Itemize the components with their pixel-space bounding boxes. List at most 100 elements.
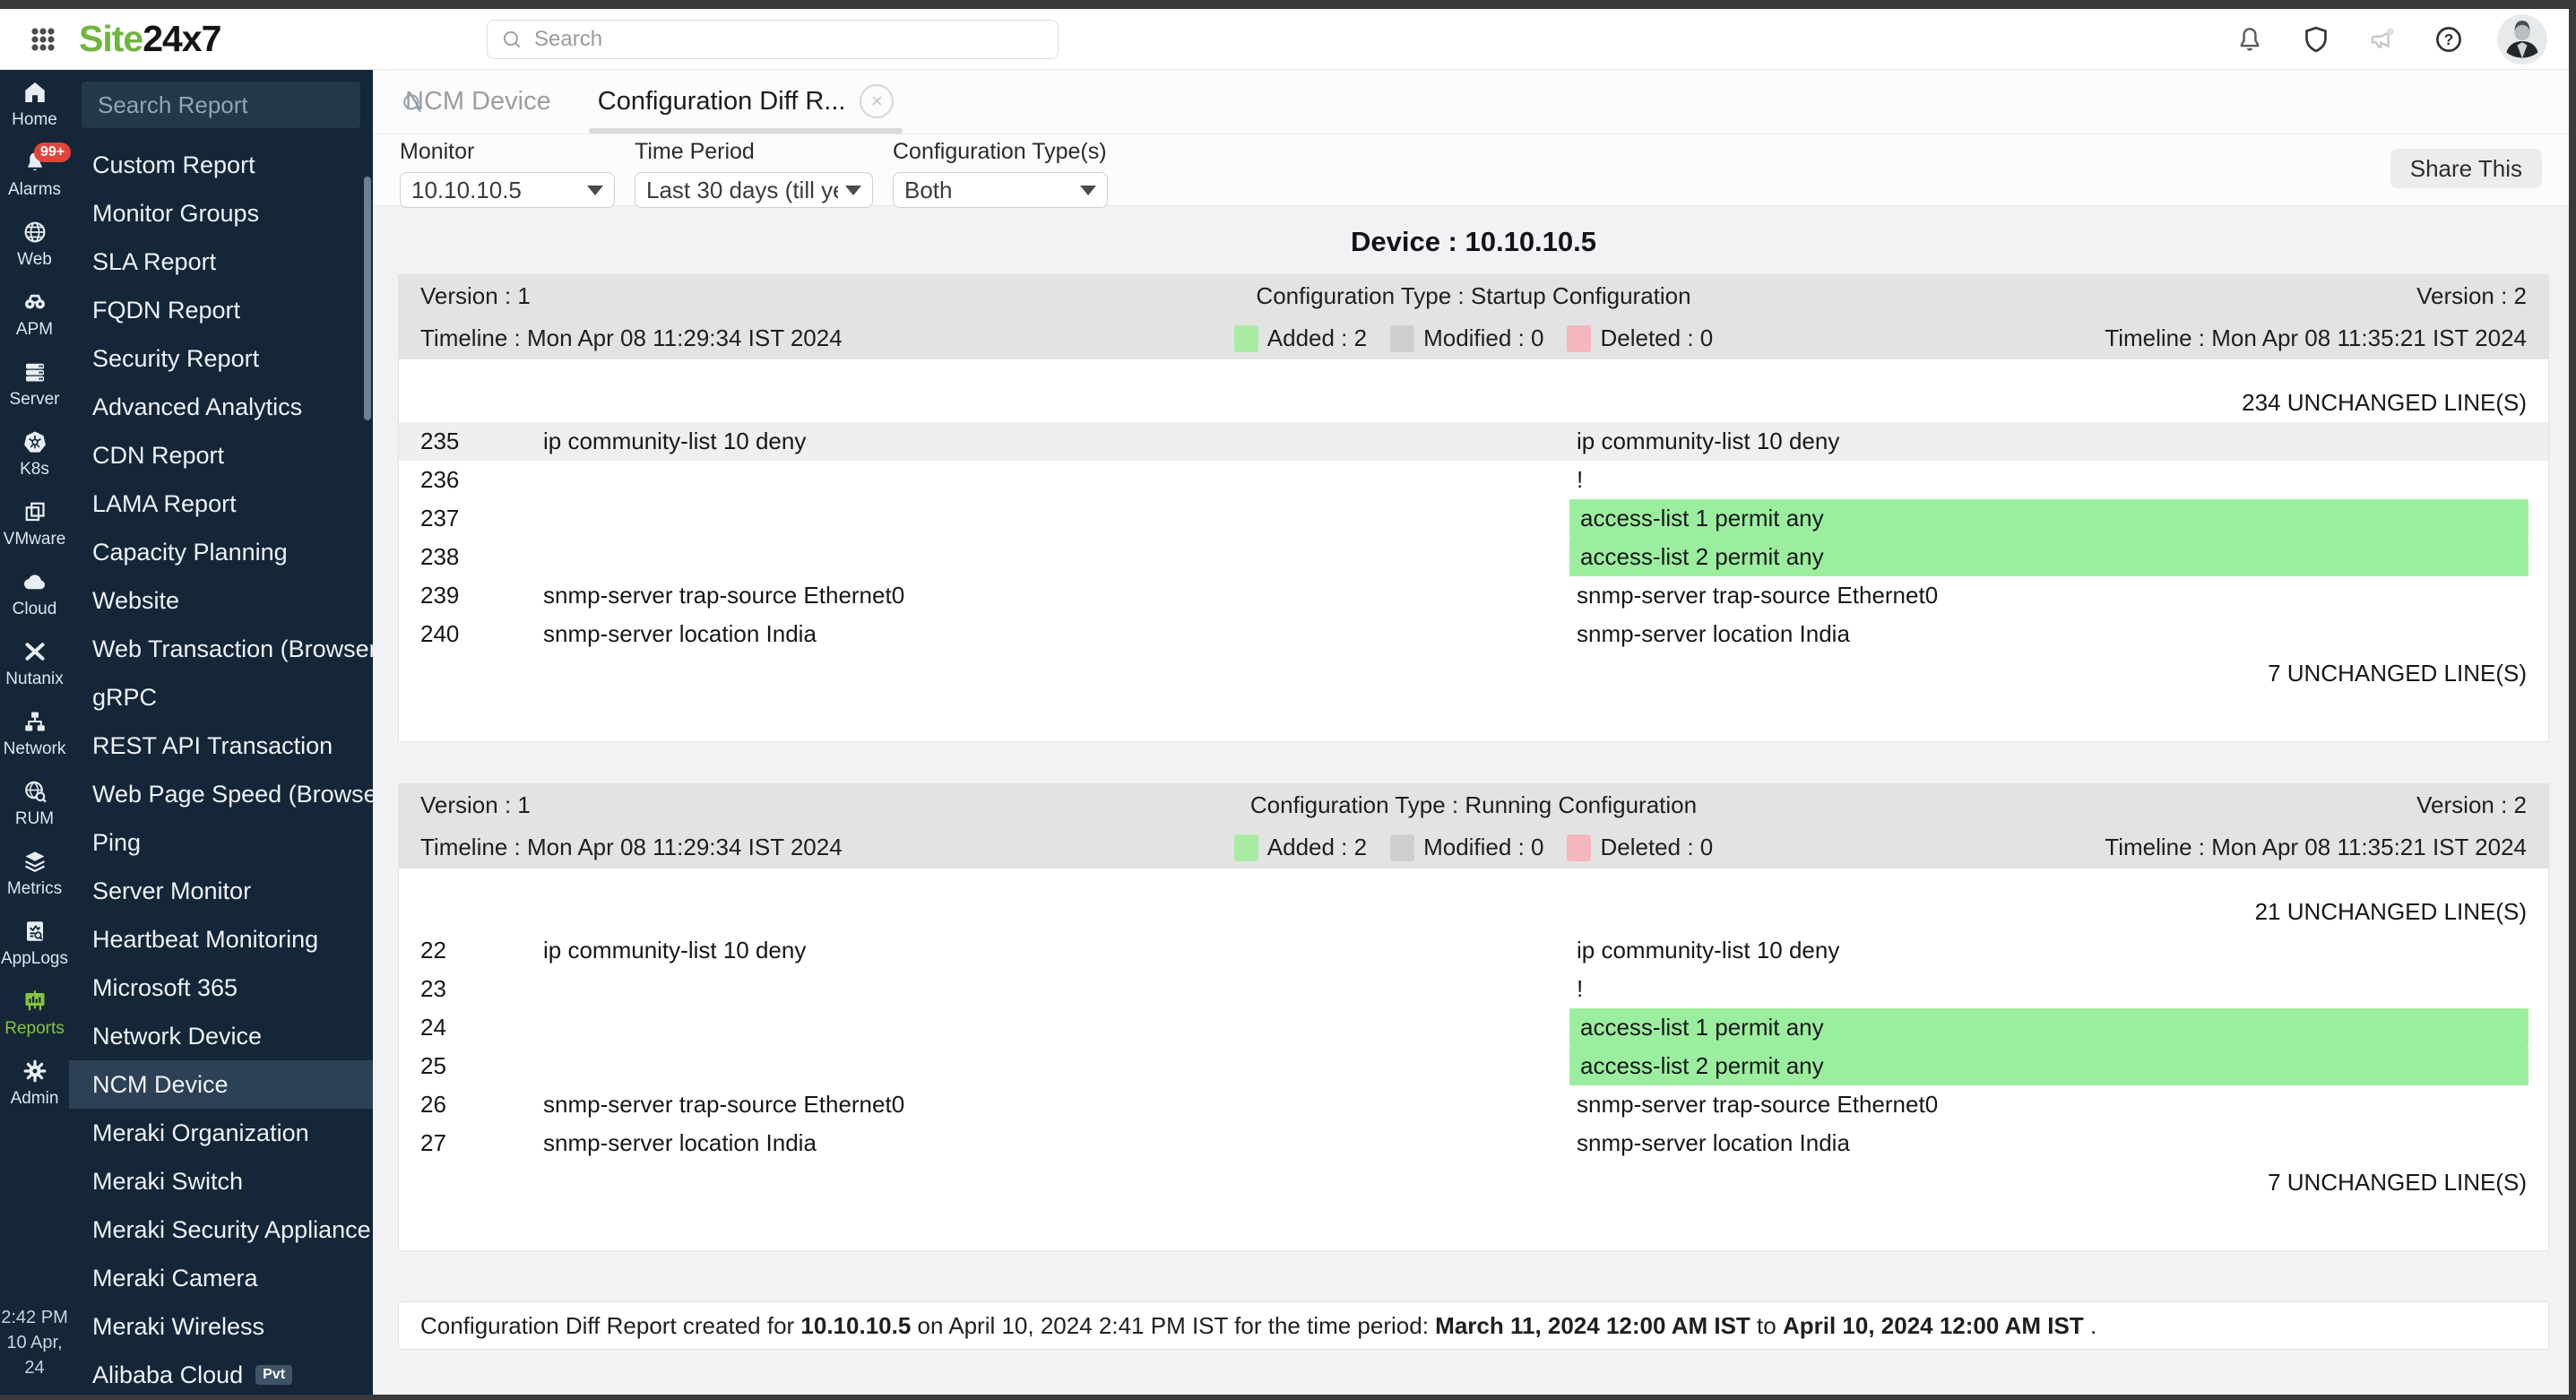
rail-item-metrics[interactable]: Metrics <box>0 838 69 908</box>
logo-24x7: 24x7 <box>143 18 221 59</box>
apps-grid-button[interactable] <box>23 20 63 59</box>
security-button[interactable] <box>2298 22 2334 57</box>
clock-time: 2:42 PM <box>1 1308 68 1327</box>
help-button[interactable]: ? <box>2431 22 2467 57</box>
report-menu-item-web-page-speed-browser[interactable]: Web Page Speed (Browser) <box>69 770 393 818</box>
notifications-button[interactable] <box>2232 22 2268 57</box>
report-menu-item-lama-report[interactable]: LAMA Report <box>69 480 373 528</box>
user-avatar[interactable] <box>2497 13 2547 65</box>
announcements-button[interactable] <box>2364 22 2400 57</box>
rail-item-reports[interactable]: Reports <box>0 978 69 1048</box>
line-number: 240 <box>420 620 460 647</box>
report-menu-item-meraki-switch[interactable]: Meraki Switch <box>69 1157 373 1206</box>
rail-item-label: Network <box>3 739 66 758</box>
megaphone-icon <box>2371 27 2394 48</box>
report-menu-item-capacity-planning[interactable]: Capacity Planning <box>69 528 373 576</box>
report-menu-item-ping[interactable]: Ping <box>69 818 373 867</box>
rail-item-alarms[interactable]: 99+ Alarms <box>0 139 72 209</box>
diff-section-header: Version : 1 Configuration Type : Running … <box>399 784 2548 869</box>
diff-row: 24 access-list 1 permit any <box>399 1008 2548 1047</box>
right-config-line: snmp-server trap-source Ethernet0 <box>1577 1091 1939 1118</box>
site24x7-logo[interactable]: Site24x7 <box>79 18 221 60</box>
sidebar-scrollbar[interactable] <box>364 177 371 420</box>
report-search[interactable] <box>82 82 422 128</box>
diff-row: 240 snmp-server location India snmp-server… <box>399 615 2548 653</box>
rail-item-server[interactable]: Server <box>0 349 69 419</box>
diff-section-header: Version : 1 Configuration Type : Startup … <box>399 275 2548 359</box>
report-menu-item-microsoft-365[interactable]: Microsoft 365 <box>69 964 373 1012</box>
report-menu-item-network-device[interactable]: Network Device <box>69 1012 373 1060</box>
report-menu-item-security-report[interactable]: Security Report <box>69 334 373 383</box>
report-menu-item-heartbeat-monitoring[interactable]: Heartbeat Monitoring <box>69 915 373 964</box>
report-menu-item-rest-api-transaction[interactable]: REST API Transaction <box>69 722 373 770</box>
rail-item-network[interactable]: Network <box>0 698 69 768</box>
rail-item-cloud[interactable]: Cloud <box>0 558 69 628</box>
tab-configuration-diff-r[interactable]: Configuration Diff R... × <box>588 69 903 134</box>
report-menu-item-meraki-security-appliance[interactable]: Meraki Security Appliance <box>69 1206 373 1254</box>
diff-row: 23! <box>399 970 2548 1008</box>
report-menu-item-cdn-report[interactable]: CDN Report <box>69 431 373 480</box>
cloud-icon <box>22 568 48 595</box>
diff-row: 239 snmp-server trap-source Ethernet0 snmp… <box>399 576 2548 615</box>
report-menu-item-sla-report[interactable]: SLA Report <box>69 238 373 286</box>
filter-select-monitor[interactable]: 10.10.10.5 <box>400 172 615 208</box>
report-search-input[interactable] <box>96 90 400 120</box>
rail-item-vmware[interactable]: VMware <box>0 488 69 558</box>
shield-icon <box>2305 26 2327 52</box>
report-menu-item-meraki-organization[interactable]: Meraki Organization <box>69 1109 373 1157</box>
line-number: 238 <box>420 543 460 570</box>
filter-select-configuration-type-s[interactable]: Both <box>893 172 1108 208</box>
avatar-image <box>2497 13 2547 65</box>
tab-close-icon[interactable]: × <box>860 84 895 118</box>
rail-item-label: Admin <box>10 1088 59 1108</box>
diff-legend: Added : 2 Modified : 0 Deleted : 0 <box>1233 834 1713 861</box>
report-menu-item-website[interactable]: Website <box>69 576 373 625</box>
filter-label: Configuration Type(s) <box>893 139 1107 164</box>
report-menu-item-fqdn-report[interactable]: FQDN Report <box>69 286 373 334</box>
report-menu-item-server-monitor[interactable]: Server Monitor <box>69 867 373 915</box>
menu-item-label: gRPC <box>92 683 158 711</box>
left-config-line <box>501 1047 1569 1085</box>
global-search-input[interactable] <box>532 26 1045 53</box>
window-frame-top <box>0 0 2576 9</box>
rail-item-k8s[interactable]: K8s <box>0 419 69 488</box>
report-menu-item-grpc[interactable]: gRPC <box>69 673 373 722</box>
menu-item-label: Network Device <box>92 1022 263 1050</box>
report-body: Device : 10.10.10.5 Version : 1 Configura… <box>373 206 2569 1395</box>
version-left: Version : 1 <box>420 282 531 309</box>
line-number: 27 <box>420 1129 446 1156</box>
alarms-badge: 99+ <box>34 143 72 162</box>
clock-date: 10 Apr, 24 <box>6 1333 63 1378</box>
global-search[interactable] <box>487 20 1059 59</box>
report-menu-item-custom-report[interactable]: Custom Report <box>69 141 373 189</box>
report-menu-item-monitor-groups[interactable]: Monitor Groups <box>69 189 373 238</box>
report-menu-item-alibaba-cloud[interactable]: Alibaba Cloud Pvt <box>69 1351 373 1399</box>
rail-item-admin[interactable]: Admin <box>0 1048 69 1118</box>
right-config-line: ! <box>1577 466 1584 493</box>
right-config-line: ! <box>1577 975 1584 1002</box>
filter-select-time-period[interactable]: Last 30 days (till yesterd <box>635 172 873 208</box>
report-menu-item-advanced-analytics[interactable]: Advanced Analytics <box>69 383 373 431</box>
rail-item-nutanix[interactable]: Nutanix <box>0 628 69 698</box>
rail-item-label: Nutanix <box>5 669 64 688</box>
menu-item-label: CDN Report <box>92 441 225 469</box>
sidebar-clock: 2:42 PM 10 Apr, 24 <box>0 1305 69 1380</box>
chevron-down-icon <box>845 185 861 195</box>
rail-item-label: AppLogs <box>0 948 68 968</box>
report-menu-item-ncm-device[interactable]: NCM Device <box>69 1060 373 1109</box>
rail-item-rum[interactable]: RUM <box>0 768 69 838</box>
report-menu-item-web-transaction-browser[interactable]: Web Transaction (Browser) <box>69 625 385 673</box>
rail-item-web[interactable]: Web <box>0 209 69 279</box>
rail-item-applogs[interactable]: AppLogs <box>0 908 69 978</box>
menu-item-label: Meraki Security Appliance <box>92 1215 371 1243</box>
unchanged-lines-top: 234 UNCHANGED LINE(S) <box>2242 389 2527 416</box>
menu-item-label: Meraki Organization <box>92 1119 309 1146</box>
rail-item-apm[interactable]: APM <box>0 279 69 349</box>
left-config-line: snmp-server location India <box>543 1129 817 1156</box>
right-config-line: snmp-server location India <box>1577 620 1850 647</box>
report-menu-item-meraki-wireless[interactable]: Meraki Wireless <box>69 1302 373 1351</box>
share-this-button[interactable]: Share This <box>2390 149 2542 188</box>
web-icon <box>22 219 48 246</box>
rail-item-home[interactable]: Home <box>0 69 69 139</box>
report-menu-item-meraki-camera[interactable]: Meraki Camera <box>69 1254 373 1302</box>
